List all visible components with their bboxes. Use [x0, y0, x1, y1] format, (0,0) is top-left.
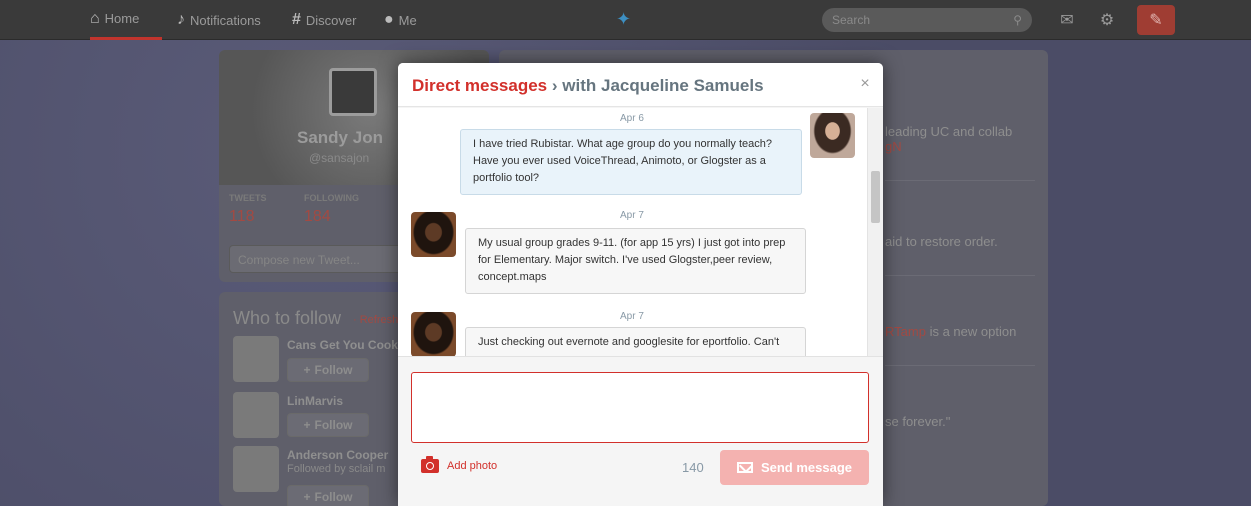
- nav-discover-label: Discover: [305, 12, 357, 28]
- nav-notifications[interactable]: ♪ Notifications: [177, 0, 261, 40]
- suggestion-name[interactable]: LinMarvis: [287, 394, 343, 408]
- tweet-text-content: is a new option: [929, 324, 1017, 339]
- tweet-link[interactable]: gN: [885, 139, 902, 154]
- dm-compose-area: Add photo 140 Send message: [398, 356, 883, 506]
- sender-avatar[interactable]: [810, 113, 855, 158]
- message-bubble-received: Just checking out evernote and googlesit…: [465, 327, 806, 356]
- suggestion-avatar[interactable]: [233, 336, 279, 382]
- stat-following-value[interactable]: 184: [304, 208, 331, 226]
- character-count: 140: [682, 460, 704, 475]
- top-navigation-bar: ⌂ Home ♪ Notifications # Discover ● Me ✦…: [0, 0, 1251, 40]
- modal-header: Direct messages › with Jacqueline Samuel…: [398, 63, 883, 107]
- tweet-text: RTamp is a new option: [885, 324, 1016, 339]
- tweet-text-content: leading UC and collab: [885, 124, 1013, 139]
- follow-button-label: Follow: [314, 418, 353, 432]
- who-to-follow-title: Who to follow: [233, 308, 342, 328]
- follow-button-label: Follow: [314, 363, 353, 377]
- follow-button[interactable]: + Follow: [287, 413, 369, 437]
- bell-icon: ♪: [177, 11, 185, 28]
- tweet-divider: [885, 180, 1035, 181]
- quill-icon: ✎: [1149, 12, 1163, 29]
- nav-me[interactable]: ● Me: [384, 0, 417, 40]
- camera-icon: [421, 456, 439, 473]
- follow-person-icon: +: [303, 490, 311, 504]
- nav-home[interactable]: ⌂ Home: [90, 0, 162, 40]
- message-date: Apr 7: [620, 311, 644, 322]
- tweet-text: leading UC and collab gN: [885, 124, 1012, 154]
- message-input[interactable]: [411, 372, 869, 443]
- modal-title: Direct messages › with Jacqueline Samuel…: [412, 76, 764, 96]
- nav-notifications-label: Notifications: [190, 12, 261, 28]
- tweet-text: aid to restore order.: [885, 234, 998, 249]
- stat-tweets-value[interactable]: 118: [229, 208, 255, 226]
- refresh-link[interactable]: · Refresh: [353, 314, 398, 326]
- search-icon[interactable]: ⚲: [1013, 13, 1022, 27]
- envelope-icon: [736, 462, 753, 473]
- direct-messages-link[interactable]: Direct messages: [412, 76, 547, 95]
- add-photo-button[interactable]: Add photo: [421, 456, 498, 473]
- messages-envelope-icon[interactable]: ✉: [1055, 9, 1079, 31]
- message-date: Apr 7: [620, 210, 644, 221]
- stat-following-label: FOLLOWING: [304, 193, 359, 203]
- direct-messages-modal: Direct messages › with Jacqueline Samuel…: [398, 63, 883, 506]
- title-separator: ›: [551, 76, 558, 95]
- suggestion-followed-by: Followed by sclail m: [287, 463, 386, 475]
- recipient-avatar[interactable]: [411, 212, 456, 257]
- conversation-thread: Apr 6 I have tried Rubistar. What age gr…: [398, 108, 883, 356]
- nav-home-label: Home: [104, 11, 140, 26]
- hashtag-icon: #: [292, 11, 301, 28]
- tweet-divider: [885, 275, 1035, 276]
- suggestion-name[interactable]: Cans Get You Cook: [287, 338, 398, 352]
- tweet-link[interactable]: RTamp: [885, 324, 926, 339]
- recipient-avatar[interactable]: [411, 312, 456, 356]
- profile-handle[interactable]: @sansajon: [309, 151, 369, 165]
- compose-tweet-button[interactable]: ✎: [1137, 5, 1175, 35]
- follow-button[interactable]: + Follow: [287, 485, 369, 506]
- search-placeholder: Search: [832, 13, 871, 27]
- nav-me-label: Me: [398, 12, 417, 28]
- message-bubble-sent: I have tried Rubistar. What age group do…: [460, 129, 802, 195]
- message-date: Apr 6: [620, 113, 644, 124]
- send-message-label: Send message: [760, 460, 853, 475]
- tweet-text: se forever.": [885, 414, 951, 429]
- suggestion-avatar[interactable]: [233, 446, 279, 492]
- send-message-button[interactable]: Send message: [720, 450, 869, 485]
- stat-tweets-label: TWEETS: [229, 193, 267, 203]
- message-bubble-received: My usual group grades 9-11. (for app 15 …: [465, 228, 806, 294]
- follow-button[interactable]: + Follow: [287, 358, 369, 382]
- conversation-partner: with Jacqueline Samuels: [562, 76, 764, 95]
- conversation-scrollbar[interactable]: [867, 108, 883, 356]
- tweet-divider: [885, 365, 1035, 366]
- twitter-bird-icon[interactable]: ✦: [616, 9, 638, 29]
- follow-person-icon: +: [303, 418, 311, 432]
- suggestion-name[interactable]: Anderson Cooper: [287, 448, 388, 462]
- suggestion-avatar[interactable]: [233, 392, 279, 438]
- add-photo-label: Add photo: [447, 460, 498, 472]
- home-icon: ⌂: [90, 9, 100, 27]
- nav-discover[interactable]: # Discover: [292, 0, 356, 40]
- follow-person-icon: +: [303, 363, 311, 377]
- scrollbar-thumb[interactable]: [871, 171, 880, 223]
- profile-name[interactable]: Sandy Jon: [297, 128, 383, 148]
- gear-icon[interactable]: ⚙: [1095, 9, 1119, 31]
- follow-button-label: Follow: [314, 490, 353, 504]
- profile-avatar[interactable]: [329, 68, 377, 116]
- person-icon: ●: [384, 11, 394, 28]
- close-icon[interactable]: ×: [858, 76, 872, 92]
- search-input[interactable]: Search ⚲: [822, 8, 1032, 32]
